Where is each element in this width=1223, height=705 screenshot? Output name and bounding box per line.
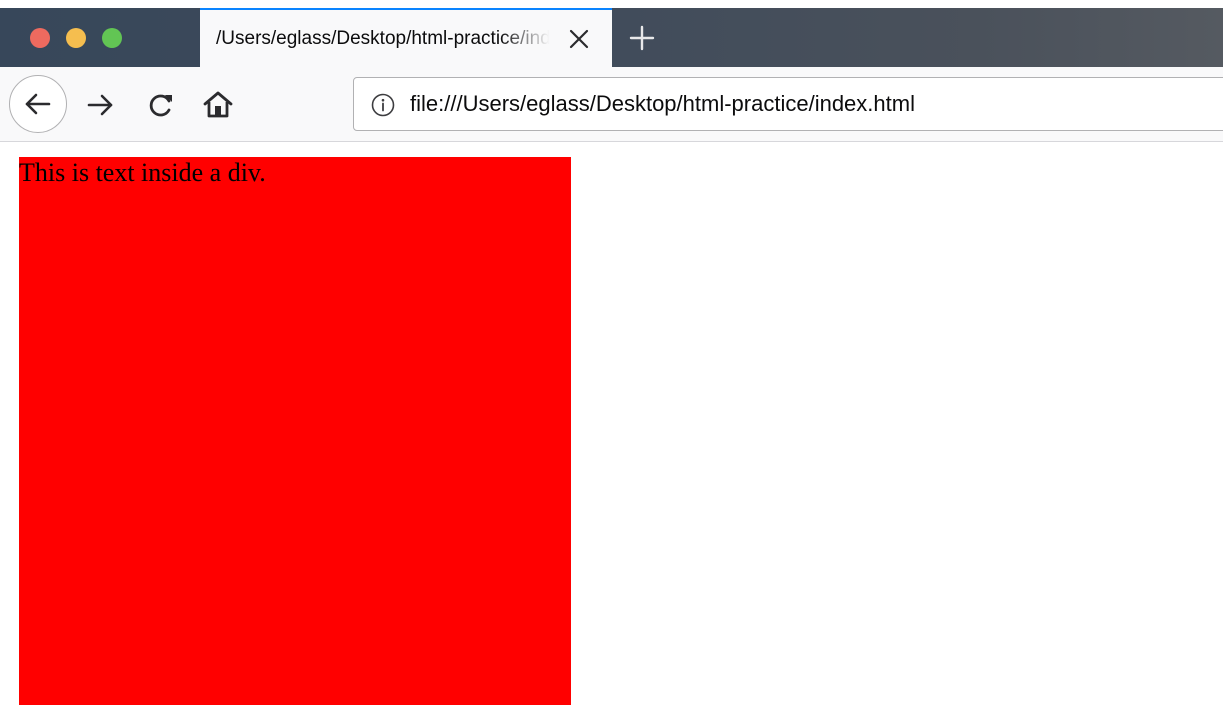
arrow-left-icon [25,93,51,115]
div-text: This is text inside a div. [19,158,266,187]
window-maximize-button[interactable] [102,28,122,48]
navigation-toolbar: file:///Users/eglass/Desktop/html-practi… [0,67,1223,142]
forward-button[interactable] [82,87,118,123]
home-icon [203,91,233,118]
new-tab-plus-icon[interactable] [627,23,657,53]
home-button[interactable] [200,87,236,123]
tab-strip: /Users/eglass/Desktop/html-practice/inde… [0,0,1223,67]
reload-icon [149,94,172,117]
window-minimize-button[interactable] [66,28,86,48]
window-close-button[interactable] [30,28,50,48]
browser-window: /Users/eglass/Desktop/html-practice/inde… [0,0,1223,705]
arrow-right-icon [87,94,113,116]
tab-title-fade [500,10,555,67]
window-top-edge [0,0,1223,8]
info-icon[interactable] [370,92,396,118]
url-text[interactable]: file:///Users/eglass/Desktop/html-practi… [410,78,915,130]
tab-close-icon[interactable] [566,26,592,52]
red-div: This is text inside a div. [19,157,571,705]
page-content: This is text inside a div. [0,142,1223,705]
address-bar[interactable]: file:///Users/eglass/Desktop/html-practi… [353,77,1223,131]
reload-button[interactable] [143,87,179,123]
back-button[interactable] [9,75,67,133]
tab-active[interactable]: /Users/eglass/Desktop/html-practice/inde… [200,8,612,67]
